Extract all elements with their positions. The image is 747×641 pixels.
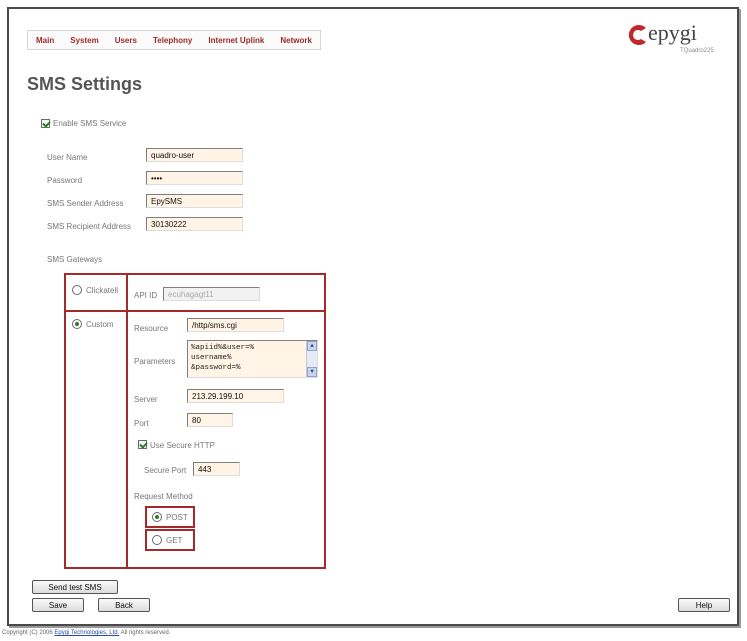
port-input[interactable]: [187, 413, 233, 427]
resource-label: Resource: [134, 324, 169, 333]
api-id-input[interactable]: [163, 287, 260, 301]
device-model: TQuadro225: [680, 48, 714, 54]
parameters-line: username%: [191, 354, 232, 362]
api-id-label: API ID: [134, 291, 158, 300]
custom-radio[interactable]: [72, 319, 82, 329]
port-label: Port: [134, 419, 149, 428]
save-button[interactable]: Save: [32, 598, 84, 612]
copyright-footer: Copyright (C) 2006 Epygi Technologies, L…: [2, 630, 170, 636]
parameters-textarea[interactable]: %apiid%&user=% username% &password=% ▲ ▼: [187, 340, 318, 378]
clickatell-radio[interactable]: [72, 285, 82, 295]
post-radio[interactable]: [152, 512, 162, 522]
enable-sms-label: Enable SMS Service: [53, 119, 127, 128]
parameters-line: %apiid%&user=%: [191, 344, 255, 352]
password-input[interactable]: [146, 171, 243, 185]
secure-port-input[interactable]: [193, 462, 240, 476]
secure-http-label: Use Secure HTTP: [150, 441, 215, 450]
logo-wordmark: epygi: [648, 20, 697, 45]
secure-port-label: Secure Port: [144, 466, 187, 475]
nav-network[interactable]: Network: [272, 36, 320, 45]
recipient-address-input[interactable]: [146, 217, 243, 231]
resource-input[interactable]: [187, 318, 284, 332]
gateways-column-divider: [126, 273, 128, 569]
epygi-logo: epygi TQuadro225: [624, 20, 724, 60]
parameters-label: Parameters: [134, 357, 176, 366]
send-test-sms-button[interactable]: Send test SMS: [32, 580, 118, 594]
get-label: GET: [166, 536, 183, 545]
page-title: SMS Settings: [27, 74, 143, 94]
back-button[interactable]: Back: [98, 598, 150, 612]
nav-system[interactable]: System: [62, 36, 106, 45]
request-method-label: Request Method: [134, 492, 193, 501]
custom-label: Custom: [86, 320, 114, 329]
company-link[interactable]: Epygi Technologies, Ltd.: [54, 630, 119, 636]
post-label: POST: [166, 513, 188, 522]
scroll-down-icon[interactable]: ▼: [307, 367, 317, 377]
secure-http-checkbox[interactable]: [138, 440, 147, 449]
nav-main[interactable]: Main: [28, 36, 62, 45]
server-input[interactable]: [187, 389, 284, 403]
gateways-divider: [64, 310, 326, 312]
parameters-line: &password=%: [191, 364, 241, 372]
nav-users[interactable]: Users: [107, 36, 145, 45]
top-nav: Main System Users Telephony Internet Upl…: [27, 30, 321, 50]
recipient-address-label: SMS Recipient Address: [47, 222, 132, 231]
get-radio[interactable]: [152, 535, 162, 545]
enable-sms-checkbox[interactable]: [41, 119, 50, 128]
scroll-up-icon[interactable]: ▲: [307, 341, 317, 351]
server-label: Server: [134, 395, 158, 404]
sender-address-input[interactable]: [146, 194, 243, 208]
copyright-suffix: All rights reserved.: [119, 630, 171, 636]
clickatell-label: Clickatell: [86, 286, 119, 295]
user-name-input[interactable]: [146, 148, 243, 162]
help-button[interactable]: Help: [678, 598, 730, 612]
user-name-label: User Name: [47, 153, 88, 162]
password-label: Password: [47, 176, 83, 185]
epygi-logo-icon: [628, 25, 646, 45]
nav-internet-uplink[interactable]: Internet Uplink: [200, 36, 272, 45]
sender-address-label: SMS Sender Address: [47, 199, 124, 208]
copyright-prefix: Copyright (C) 2006: [2, 630, 55, 636]
nav-telephony[interactable]: Telephony: [145, 36, 200, 45]
sms-gateways-label: SMS Gateways: [47, 255, 103, 264]
parameters-scrollbar[interactable]: ▲ ▼: [306, 341, 317, 377]
